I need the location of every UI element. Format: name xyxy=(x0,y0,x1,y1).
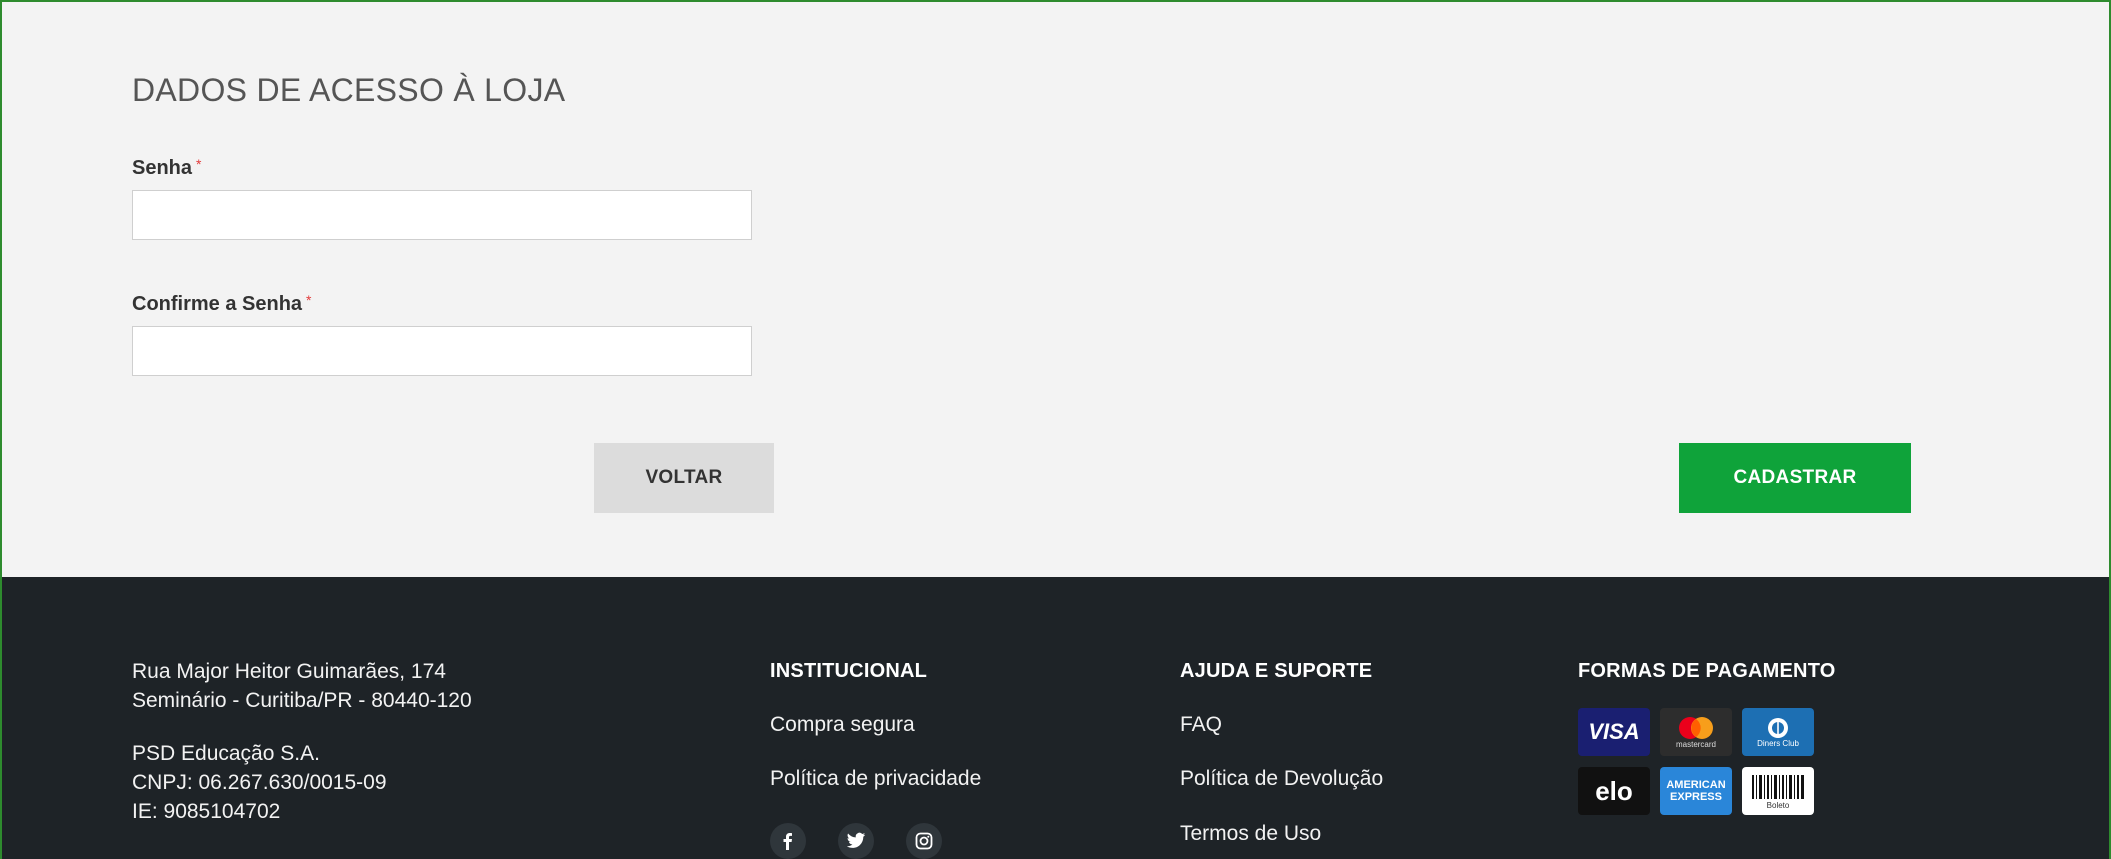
company-name: PSD Educação S.A. xyxy=(132,742,320,765)
confirm-password-label: Confirme a Senha * xyxy=(132,292,312,316)
elo-text: elo xyxy=(1595,775,1633,806)
instagram-icon xyxy=(915,832,933,850)
ajuda-heading: AJUDA E SUPORTE xyxy=(1180,660,1373,682)
company-cnpj: CNPJ: 06.267.630/0015-09 xyxy=(132,771,387,794)
diners-club-icon: Diners Club xyxy=(1742,708,1814,756)
amex-text-line-2: EXPRESS xyxy=(1670,791,1722,803)
link-politica-privacidade[interactable]: Política de privacidade xyxy=(770,767,981,791)
page-frame: DADOS DE ACESSO À LOJA Senha * Confirme a… xyxy=(2,2,2109,859)
link-politica-devolucao[interactable]: Política de Devolução xyxy=(1180,767,1383,791)
facebook-button[interactable] xyxy=(770,823,806,859)
footer-address: Rua Major Heitor Guimarães, 174 Seminári… xyxy=(132,657,472,715)
mastercard-circles-icon xyxy=(1679,716,1713,739)
american-express-icon: AMERICAN EXPRESS xyxy=(1660,767,1732,815)
barcode-icon xyxy=(1752,774,1804,799)
password-label: Senha * xyxy=(132,156,201,180)
twitter-icon xyxy=(846,832,866,848)
diners-text: Diners Club xyxy=(1757,738,1799,748)
registration-form: DADOS DE ACESSO À LOJA Senha * Confirme a… xyxy=(2,2,2109,577)
required-marker: * xyxy=(306,292,312,308)
facebook-icon xyxy=(783,833,792,850)
password-input[interactable] xyxy=(132,190,752,240)
pagamento-heading: FORMAS DE PAGAMENTO xyxy=(1578,660,1836,682)
institucional-heading: INSTITUCIONAL xyxy=(770,660,928,682)
visa-icon: VISA xyxy=(1578,708,1650,756)
instagram-button[interactable] xyxy=(906,823,942,859)
address-line-1: Rua Major Heitor Guimarães, 174 xyxy=(132,660,446,683)
mastercard-text: mastercard xyxy=(1675,739,1716,749)
link-faq[interactable]: FAQ xyxy=(1180,713,1222,737)
boleto-icon: Boleto xyxy=(1742,767,1814,815)
amex-text-line-1: AMERICAN xyxy=(1666,779,1726,791)
boleto-text: Boleto xyxy=(1766,800,1790,810)
mastercard-icon: mastercard xyxy=(1660,708,1732,756)
register-button[interactable]: CADASTRAR xyxy=(1679,443,1911,513)
link-termos-uso[interactable]: Termos de Uso xyxy=(1180,822,1321,846)
twitter-button[interactable] xyxy=(838,823,874,859)
company-ie: IE: 9085104702 xyxy=(132,800,281,823)
password-label-text: Senha xyxy=(132,157,193,179)
link-compra-segura[interactable]: Compra segura xyxy=(770,713,915,737)
diners-logo-icon xyxy=(1768,717,1788,738)
back-button[interactable]: VOLTAR xyxy=(594,443,774,513)
confirm-password-input[interactable] xyxy=(132,326,752,376)
required-marker: * xyxy=(196,156,202,172)
confirm-password-label-text: Confirme a Senha xyxy=(132,293,303,315)
site-footer: Rua Major Heitor Guimarães, 174 Seminári… xyxy=(2,577,2109,859)
elo-icon: elo xyxy=(1578,767,1650,815)
section-title: DADOS DE ACESSO À LOJA xyxy=(132,72,566,108)
footer-company-info: PSD Educação S.A. CNPJ: 06.267.630/0015-… xyxy=(132,739,387,826)
visa-text: VISA xyxy=(1588,719,1640,744)
address-line-2: Seminário - Curitiba/PR - 80440-120 xyxy=(132,689,472,712)
